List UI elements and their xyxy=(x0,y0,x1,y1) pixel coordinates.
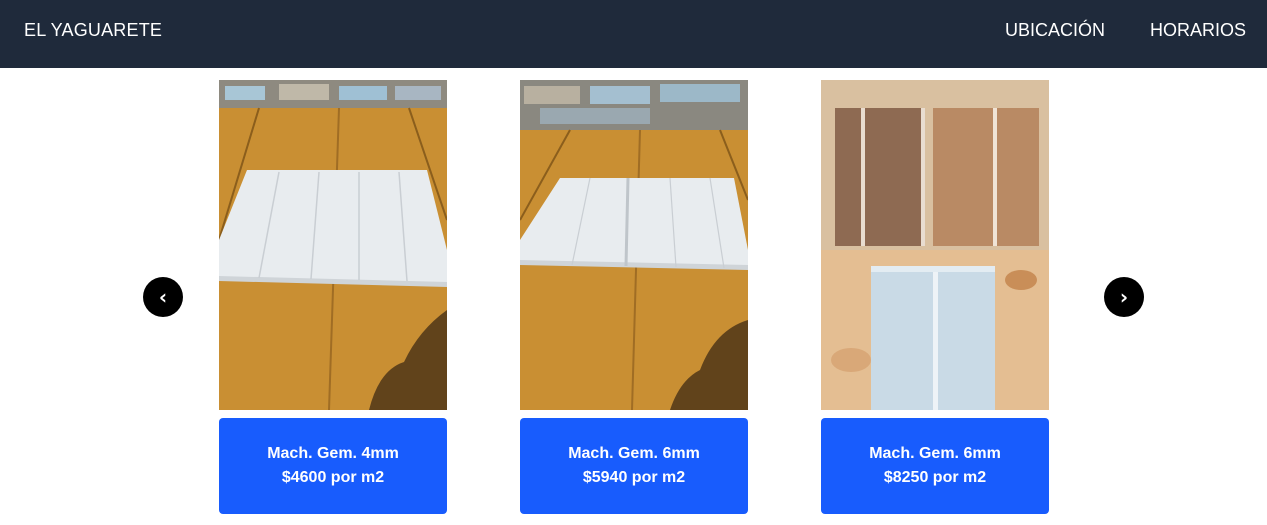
product-carousel: ‹ Mach. Gem. 4mm $4600 por m2 Mach. Gem.… xyxy=(0,68,1267,525)
nav-link-horarios[interactable]: HORARIOS xyxy=(1150,19,1246,41)
navbar: EL YAGUARETE UBICACIÓN HORARIOS xyxy=(0,0,1267,68)
product-price: $8250 por m2 xyxy=(883,469,987,486)
carousel-next-button[interactable]: › xyxy=(1104,277,1144,317)
chevron-left-icon: ‹ xyxy=(158,285,168,309)
product-card[interactable]: Mach. Gem. 6mm $8250 por m2 xyxy=(821,80,1049,514)
product-caption: Mach. Gem. 4mm $4600 por m2 xyxy=(219,418,447,514)
product-photo xyxy=(520,80,748,410)
product-caption: Mach. Gem. 6mm $5940 por m2 xyxy=(520,418,748,514)
product-card[interactable]: Mach. Gem. 6mm $5940 por m2 xyxy=(520,80,748,514)
carousel-prev-button[interactable]: ‹ xyxy=(143,277,183,317)
product-card[interactable]: Mach. Gem. 4mm $4600 por m2 xyxy=(219,80,447,514)
product-name: Mach. Gem. 4mm xyxy=(267,445,399,462)
product-caption: Mach. Gem. 6mm $8250 por m2 xyxy=(821,418,1049,514)
product-price: $5940 por m2 xyxy=(582,469,686,486)
product-name: Mach. Gem. 6mm xyxy=(869,445,1001,462)
product-photo xyxy=(219,80,447,410)
product-name: Mach. Gem. 6mm xyxy=(568,445,700,462)
product-price: $4600 por m2 xyxy=(281,469,385,486)
product-photo xyxy=(821,80,1049,410)
chevron-right-icon: › xyxy=(1119,285,1129,309)
brand-logo-link[interactable]: EL YAGUARETE xyxy=(24,19,162,41)
nav-link-ubicacion[interactable]: UBICACIÓN xyxy=(1005,19,1105,41)
